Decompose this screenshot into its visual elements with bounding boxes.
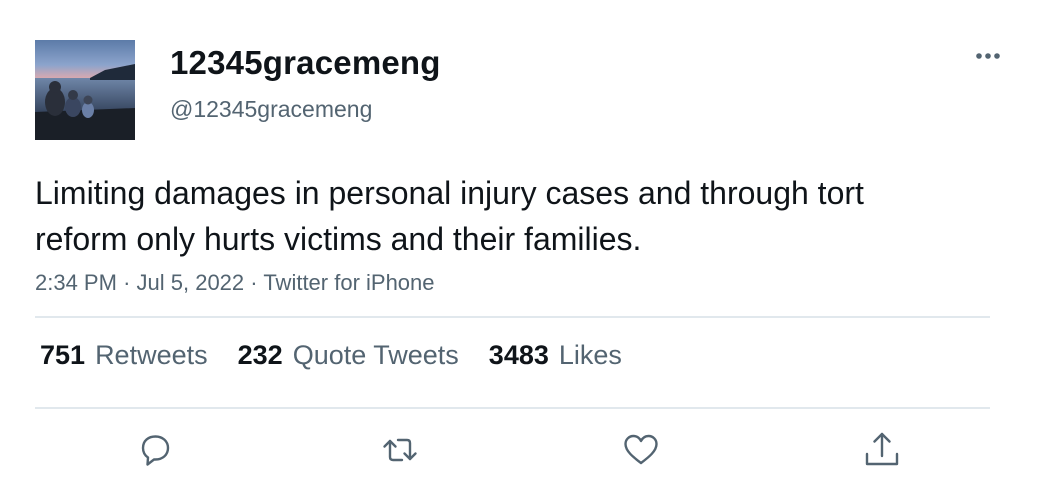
retweets-label: Retweets — [95, 340, 208, 370]
likes-stat[interactable]: 3483 Likes — [489, 340, 622, 371]
more-icon — [976, 53, 1000, 59]
engagement-stats: 751 Retweets 232 Quote Tweets 3483 Likes — [40, 340, 652, 371]
divider — [35, 316, 990, 318]
user-handle[interactable]: @12345gracemeng — [170, 96, 372, 123]
more-options-button[interactable] — [970, 42, 1006, 70]
likes-label: Likes — [558, 340, 622, 370]
quote-tweets-stat[interactable]: 232 Quote Tweets — [238, 340, 459, 371]
tweet-date[interactable]: Jul 5, 2022 — [137, 270, 245, 295]
display-name[interactable]: 12345gracemeng — [170, 44, 441, 82]
tweet-time[interactable]: 2:34 PM — [35, 270, 117, 295]
tweet-card: 12345gracemeng @12345gracemeng Limiting … — [0, 0, 1050, 480]
quote-tweets-label: Quote Tweets — [292, 340, 459, 370]
avatar-image — [35, 40, 135, 140]
quote-tweets-count: 232 — [237, 340, 283, 370]
retweets-count: 751 — [40, 340, 86, 370]
share-button[interactable] — [860, 428, 904, 472]
reply-button[interactable] — [133, 428, 177, 472]
reply-icon — [141, 435, 170, 466]
meta-separator: · — [250, 270, 264, 295]
retweet-icon — [383, 438, 417, 462]
likes-count: 3483 — [488, 340, 549, 370]
tweet-meta: 2:34 PM · Jul 5, 2022 · Twitter for iPho… — [35, 270, 435, 296]
like-button[interactable] — [619, 428, 663, 472]
share-icon — [865, 432, 899, 466]
divider — [35, 407, 990, 409]
action-bar — [0, 428, 1050, 472]
tweet-source[interactable]: Twitter for iPhone — [263, 270, 434, 295]
heart-icon — [624, 434, 658, 465]
avatar[interactable] — [35, 40, 135, 140]
tweet-text: Limiting damages in personal injury case… — [35, 175, 864, 257]
meta-separator: · — [123, 270, 137, 295]
retweet-button[interactable] — [378, 428, 422, 472]
retweets-stat[interactable]: 751 Retweets — [40, 340, 208, 371]
